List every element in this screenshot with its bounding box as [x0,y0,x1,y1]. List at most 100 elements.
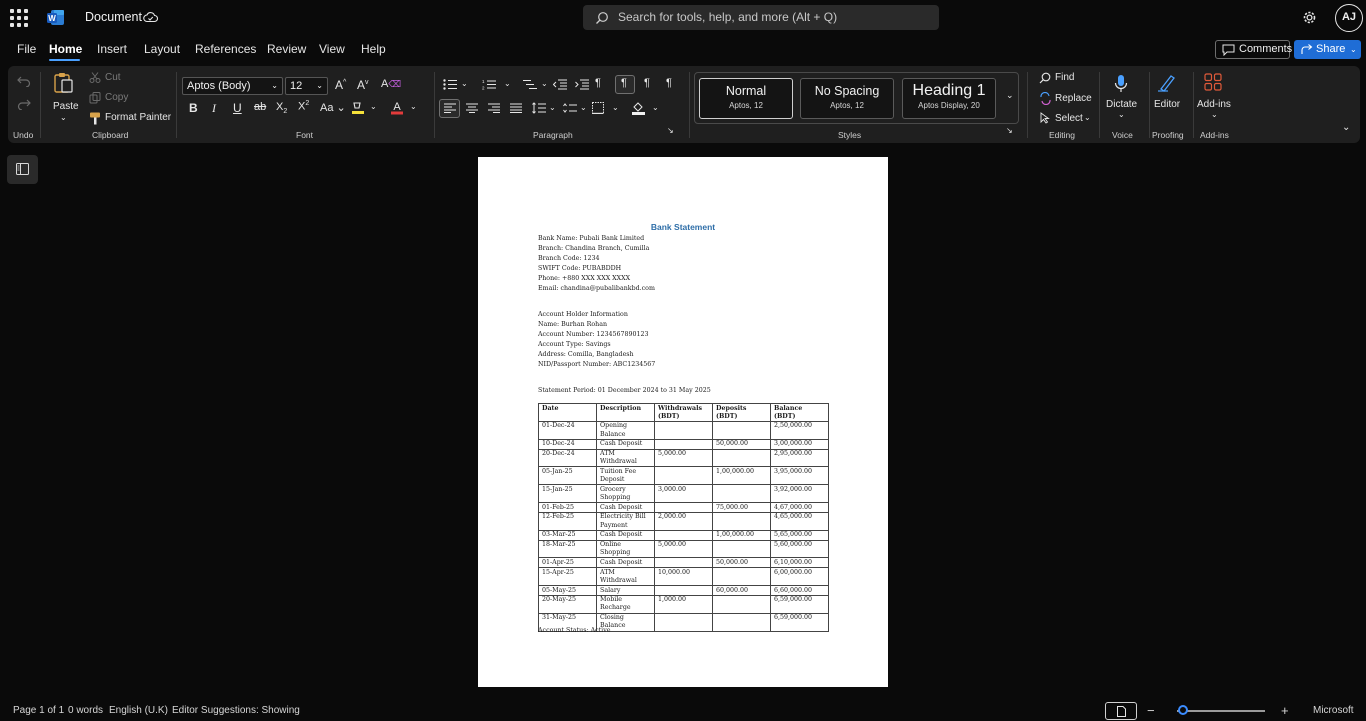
align-center-icon[interactable] [466,103,478,113]
tab-layout[interactable]: Layout [144,42,180,56]
dictate-button[interactable]: Dictate [1106,99,1137,110]
tab-references[interactable]: References [195,42,256,56]
select-button[interactable]: Select [1055,113,1083,124]
zoom-in-button[interactable]: + [1281,703,1289,718]
style-normal[interactable]: Normal Aptos, 12 [699,78,793,119]
paste-chevron-icon[interactable]: ⌄ [60,113,67,122]
search-box[interactable]: Search for tools, help, and more (Alt + … [583,5,939,30]
cut-button[interactable]: Cut [105,72,121,83]
bullets-icon[interactable] [443,79,457,90]
styles-more-chevron-icon[interactable]: ⌄ [1006,90,1014,101]
multilevel-chevron-icon[interactable]: ⌄ [541,79,548,88]
cut-icon[interactable] [89,72,101,83]
tab-help[interactable]: Help [361,42,386,56]
zoom-slider-track[interactable] [1177,710,1265,712]
paragraph-dialog-launcher-icon[interactable]: ↘ [667,126,674,135]
styles-dialog-launcher-icon[interactable]: ↘ [1006,126,1013,135]
bold-icon[interactable]: B [189,101,198,115]
paragraph-spacing-chevron-icon[interactable]: ⌄ [580,103,587,112]
subscript-icon[interactable]: X2 [276,101,287,115]
format-painter-icon[interactable] [89,112,101,125]
highlight-chevron-icon[interactable]: ⌄ [370,102,377,111]
editor-suggestions-status[interactable]: Editor Suggestions: Showing [172,705,300,716]
microphone-icon[interactable] [1114,74,1128,94]
line-spacing-icon[interactable] [532,102,546,114]
rtl-text-icon[interactable]: ¶ [644,77,650,89]
align-left-icon[interactable] [444,103,456,113]
underline-icon[interactable]: U [233,101,242,115]
avatar[interactable]: AJ [1335,4,1363,32]
dictate-chevron-icon[interactable]: ⌄ [1118,110,1125,119]
find-icon[interactable] [1039,72,1051,84]
zoom-slider-thumb[interactable] [1178,705,1188,715]
comments-button[interactable]: Comments [1215,40,1292,59]
copy-icon[interactable] [89,92,101,104]
find-button[interactable]: Find [1055,72,1074,83]
paragraph-spacing-icon[interactable] [563,102,577,114]
style-heading-1[interactable]: Heading 1 Aptos Display, 20 [902,78,996,119]
numbering-icon[interactable]: 12 [482,79,496,90]
replace-icon[interactable] [1039,92,1052,105]
document-title[interactable]: Document [85,10,142,24]
paragraph-direction-icon[interactable]: ¶ [621,77,627,89]
paste-button[interactable]: Paste [53,101,79,112]
font-size-select[interactable]: 12 ⌄ [285,77,328,95]
shrink-font-icon[interactable]: Av [357,78,369,92]
line-spacing-chevron-icon[interactable]: ⌄ [549,103,556,112]
justify-icon[interactable] [510,103,522,113]
page-count[interactable]: Page 1 of 1 [13,705,64,716]
font-color-icon[interactable]: A [390,100,404,115]
ribbon-collapse-chevron-icon[interactable]: ⌄ [1342,122,1350,133]
borders-chevron-icon[interactable]: ⌄ [612,103,619,112]
clear-formatting-icon[interactable]: A⌫ [381,78,401,90]
select-cursor-icon[interactable] [1040,112,1050,124]
italic-icon[interactable]: I [212,101,216,116]
borders-icon[interactable] [592,102,604,114]
add-ins-grid-icon[interactable] [1204,73,1222,91]
tab-view[interactable]: View [319,42,345,56]
tab-file[interactable]: File [17,42,36,56]
share-button[interactable]: Share ⌄ [1294,40,1361,59]
word-count[interactable]: 0 words [68,705,103,716]
tab-insert[interactable]: Insert [97,42,127,56]
increase-indent-icon[interactable] [575,79,589,90]
print-layout-view-button[interactable] [1105,702,1137,720]
editor-pen-icon[interactable] [1157,73,1177,93]
decrease-indent-icon[interactable] [553,79,567,90]
zoom-out-button[interactable]: − [1147,703,1155,718]
align-right-icon[interactable] [488,103,500,113]
replace-button[interactable]: Replace [1055,93,1092,104]
multilevel-list-icon[interactable] [523,79,537,90]
font-color-chevron-icon[interactable]: ⌄ [410,102,417,111]
editor-button[interactable]: Editor [1154,99,1180,110]
navigation-pane-button[interactable] [7,155,38,184]
change-case-icon[interactable]: Aa ⌄ [320,101,346,114]
shading-icon[interactable] [631,101,646,115]
undo-icon[interactable] [17,75,31,87]
select-chevron-icon[interactable]: ⌄ [1084,113,1091,122]
style-no-spacing[interactable]: No Spacing Aptos, 12 [800,78,894,119]
app-launcher-icon[interactable] [10,9,28,27]
tab-review[interactable]: Review [267,42,306,56]
add-ins-button[interactable]: Add-ins [1197,99,1231,110]
format-painter-button[interactable]: Format Painter [105,112,171,123]
numbering-chevron-icon[interactable]: ⌄ [504,79,511,88]
gear-icon[interactable] [1301,9,1318,26]
ltr-paragraph-icon[interactable]: ¶ [595,77,601,89]
show-formatting-icon[interactable]: ¶ [666,77,672,89]
add-ins-chevron-icon[interactable]: ⌄ [1211,110,1218,119]
shading-chevron-icon[interactable]: ⌄ [652,103,659,112]
superscript-icon[interactable]: X2 [298,100,309,113]
copy-button[interactable]: Copy [105,92,128,103]
strikethrough-icon[interactable]: ab [254,101,266,113]
tab-home[interactable]: Home [49,42,82,56]
grow-font-icon[interactable]: A^ [335,78,346,92]
bullets-chevron-icon[interactable]: ⌄ [461,79,468,88]
document-page[interactable]: Bank Statement Bank Name: Pubali Bank Li… [478,157,888,687]
language-indicator[interactable]: English (U.K) [109,705,168,716]
highlight-icon[interactable] [351,101,365,115]
cloud-saved-icon[interactable] [143,11,158,23]
paste-icon[interactable] [54,72,74,94]
redo-icon[interactable] [17,98,31,110]
font-family-select[interactable]: Aptos (Body) ⌄ [182,77,283,95]
